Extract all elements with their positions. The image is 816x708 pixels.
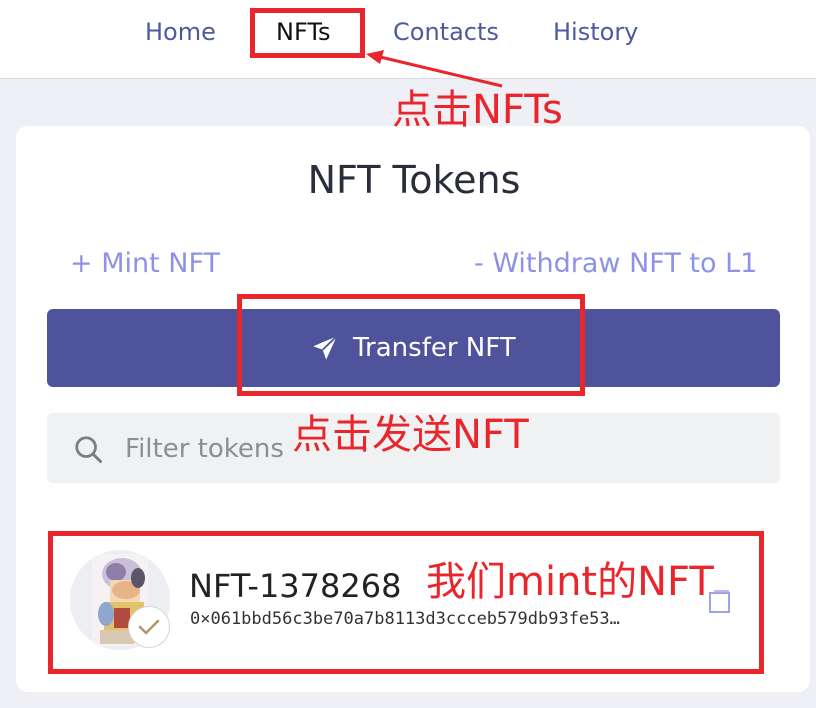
mint-nft-link[interactable]: + Mint NFT: [70, 244, 220, 284]
nav-item-contacts[interactable]: Contacts: [393, 14, 499, 50]
annotation-our-nft: 我们mint的NFT: [426, 559, 714, 605]
checkmark-icon: [138, 619, 160, 635]
token-address: 0×061bbd56c3be70a7b8113d3ccceb579db93fe5…: [190, 609, 620, 629]
transfer-nft-label: Transfer NFT: [353, 333, 516, 363]
annotation-click-send: 点击发送NFT: [292, 412, 529, 458]
nav-item-nfts[interactable]: NFTs: [276, 14, 331, 50]
nav-item-home[interactable]: Home: [145, 14, 216, 50]
withdraw-nft-link[interactable]: - Withdraw NFT to L1: [474, 244, 757, 284]
verified-badge: [128, 606, 170, 648]
search-icon: [75, 436, 102, 463]
annotation-click-nfts: 点击NFTs: [392, 87, 563, 133]
nav-item-history[interactable]: History: [553, 14, 638, 50]
token-name: NFT-1378268: [189, 567, 402, 605]
send-icon: [313, 335, 338, 360]
transfer-nft-button[interactable]: Transfer NFT: [47, 309, 780, 387]
page-title: NFT Tokens: [307, 158, 521, 202]
